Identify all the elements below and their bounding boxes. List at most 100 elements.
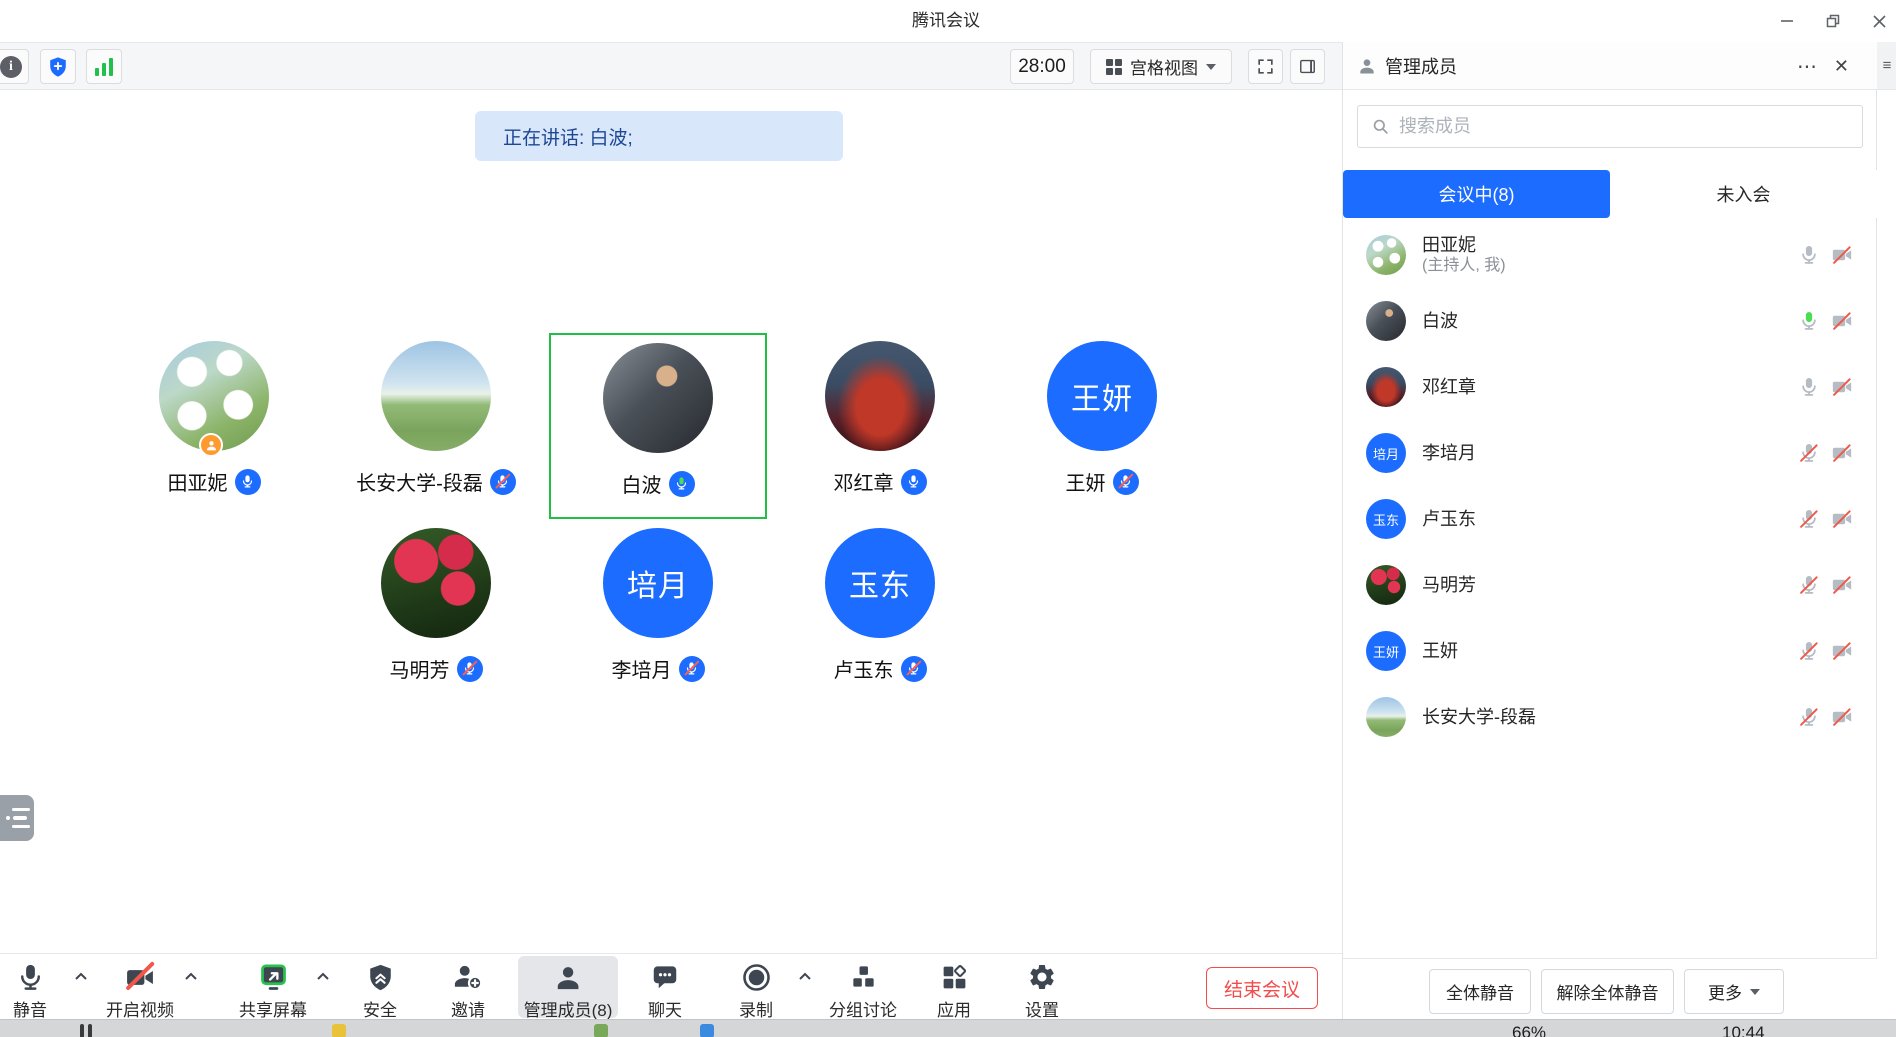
member-row[interactable]: 培月 李培月 xyxy=(1343,420,1877,486)
breakout-rooms-icon xyxy=(849,959,878,995)
tab-not-joined[interactable]: 未入会 xyxy=(1610,170,1877,218)
mic-options-caret[interactable] xyxy=(74,971,88,981)
list-icon xyxy=(6,825,34,829)
side-panel-toggle-button[interactable] xyxy=(1290,49,1325,84)
share-screen-button[interactable]: 共享屏幕 xyxy=(239,959,307,1021)
video-tile[interactable]: 田亚妮 xyxy=(105,333,323,519)
hamburger-icon: ≡ xyxy=(1883,57,1892,74)
mic-badge-icon xyxy=(901,656,927,682)
restore-button[interactable] xyxy=(1816,6,1850,36)
camera-status-icon[interactable] xyxy=(1831,574,1853,596)
member-name: 李培月 xyxy=(1422,442,1476,464)
video-tile-active-speaker[interactable]: 白波 xyxy=(549,333,767,519)
mic-status-icon[interactable] xyxy=(1798,508,1820,530)
member-avatar: 玉东 xyxy=(1366,499,1406,539)
list-icon xyxy=(6,808,34,812)
participant-name: 田亚妮 xyxy=(168,467,228,496)
member-row[interactable]: 长安大学-段磊 xyxy=(1343,684,1877,750)
camera-status-icon[interactable] xyxy=(1831,376,1853,398)
camera-status-icon[interactable] xyxy=(1831,442,1853,464)
member-avatar xyxy=(1366,367,1406,407)
member-name: 白波 xyxy=(1422,310,1458,332)
mute-all-button[interactable]: 全体静音 xyxy=(1429,969,1531,1014)
video-tile[interactable]: 长安大学-段磊 xyxy=(327,333,545,519)
mic-status-icon[interactable] xyxy=(1798,574,1820,596)
video-tile[interactable]: 马明芳 xyxy=(327,520,545,706)
speaking-banner: 正在讲话: 白波; xyxy=(475,111,843,161)
mic-status-icon[interactable] xyxy=(1798,640,1820,662)
mic-status-icon[interactable] xyxy=(1798,706,1820,728)
camera-status-icon[interactable] xyxy=(1831,244,1853,266)
camera-status-icon[interactable] xyxy=(1831,706,1853,728)
mic-badge-icon xyxy=(679,656,705,682)
more-options-icon[interactable]: ⋯ xyxy=(1797,54,1818,79)
apps-button[interactable]: 应用 xyxy=(937,959,971,1021)
mic-status-icon[interactable] xyxy=(1798,244,1820,266)
camera-status-icon[interactable] xyxy=(1831,640,1853,662)
video-tile[interactable]: 培月 李培月 xyxy=(549,520,767,706)
taskbar-icon xyxy=(88,1024,92,1037)
chat-button[interactable]: 聊天 xyxy=(648,959,682,1021)
member-avatar: 王妍 xyxy=(1366,631,1406,671)
record-icon xyxy=(741,959,772,995)
avatar: 培月 xyxy=(603,528,713,638)
breakout-rooms-button[interactable]: 分组讨论 xyxy=(829,959,897,1021)
member-row[interactable]: 王妍 王妍 xyxy=(1343,618,1877,684)
member-name: 马明芳 xyxy=(1422,574,1476,596)
record-options-caret[interactable] xyxy=(798,971,812,981)
mic-badge-icon xyxy=(235,469,261,495)
mic-status-icon[interactable] xyxy=(1798,376,1820,398)
tab-in-meeting[interactable]: 会议中(8) xyxy=(1343,170,1610,218)
record-button[interactable]: 录制 xyxy=(739,959,773,1021)
close-panel-icon[interactable]: ✕ xyxy=(1834,56,1849,77)
unmute-all-button[interactable]: 解除全体静音 xyxy=(1541,969,1674,1014)
member-avatar xyxy=(1366,301,1406,341)
camera-status-icon[interactable] xyxy=(1831,508,1853,530)
video-tile[interactable]: 王妍 王妍 xyxy=(993,333,1211,519)
security-button[interactable]: 安全 xyxy=(363,959,397,1021)
member-row[interactable]: 田亚妮 (主持人, 我) xyxy=(1343,222,1877,288)
chat-icon xyxy=(650,959,680,995)
video-tile[interactable]: 玉东 卢玉东 xyxy=(771,520,989,706)
close-window-button[interactable] xyxy=(1862,6,1896,36)
member-row[interactable]: 玉东 卢玉东 xyxy=(1343,486,1877,552)
invite-button[interactable]: 邀请 xyxy=(451,959,485,1021)
manage-members-panel: 管理成员 ⋯ ✕ 会议中(8) 未入会 田亚妮 (主持人, 我) xyxy=(1342,42,1876,1019)
member-row[interactable]: 马明芳 xyxy=(1343,552,1877,618)
member-tabs: 会议中(8) 未入会 xyxy=(1343,170,1877,218)
start-video-button[interactable]: 开启视频 xyxy=(106,959,174,1021)
meeting-timer: 28:00 xyxy=(1010,49,1074,84)
mic-status-icon[interactable] xyxy=(1798,442,1820,464)
mic-badge-icon xyxy=(901,469,927,495)
more-actions-button[interactable]: 更多 xyxy=(1684,969,1784,1014)
security-shield-button[interactable] xyxy=(40,49,76,84)
host-badge-icon xyxy=(199,433,223,457)
collapse-panel-handle[interactable]: ≡ xyxy=(1877,42,1896,90)
manage-members-button[interactable]: 管理成员(8) xyxy=(524,959,613,1021)
mic-badge-icon xyxy=(490,469,516,495)
camera-status-icon[interactable] xyxy=(1831,310,1853,332)
network-signal-button[interactable] xyxy=(86,49,122,84)
member-search-box[interactable] xyxy=(1357,105,1863,148)
mute-button[interactable]: 静音 xyxy=(13,959,47,1021)
member-row[interactable]: 邓红章 xyxy=(1343,354,1877,420)
video-tile[interactable]: 邓红章 xyxy=(771,333,989,519)
info-icon: i xyxy=(0,56,22,78)
video-options-caret[interactable] xyxy=(184,971,198,981)
meeting-info-button[interactable]: i xyxy=(0,49,29,84)
end-meeting-button[interactable]: 结束会议 xyxy=(1206,967,1318,1009)
share-options-caret[interactable] xyxy=(316,971,330,981)
fullscreen-button[interactable] xyxy=(1248,49,1283,84)
settings-button[interactable]: 设置 xyxy=(1025,959,1059,1021)
mic-status-icon[interactable] xyxy=(1798,310,1820,332)
member-avatar xyxy=(1366,565,1406,605)
member-name: 长安大学-段磊 xyxy=(1422,706,1536,728)
member-name: 卢玉东 xyxy=(1422,508,1476,530)
member-row[interactable]: 白波 xyxy=(1343,288,1877,354)
taskbar-icon xyxy=(594,1024,608,1037)
view-mode-dropdown[interactable]: 宫格视图 xyxy=(1090,49,1232,84)
avatar: 玉东 xyxy=(825,528,935,638)
minimize-button[interactable] xyxy=(1770,6,1804,36)
search-input[interactable] xyxy=(1399,116,1819,137)
hidden-panel-handle[interactable] xyxy=(0,795,34,841)
